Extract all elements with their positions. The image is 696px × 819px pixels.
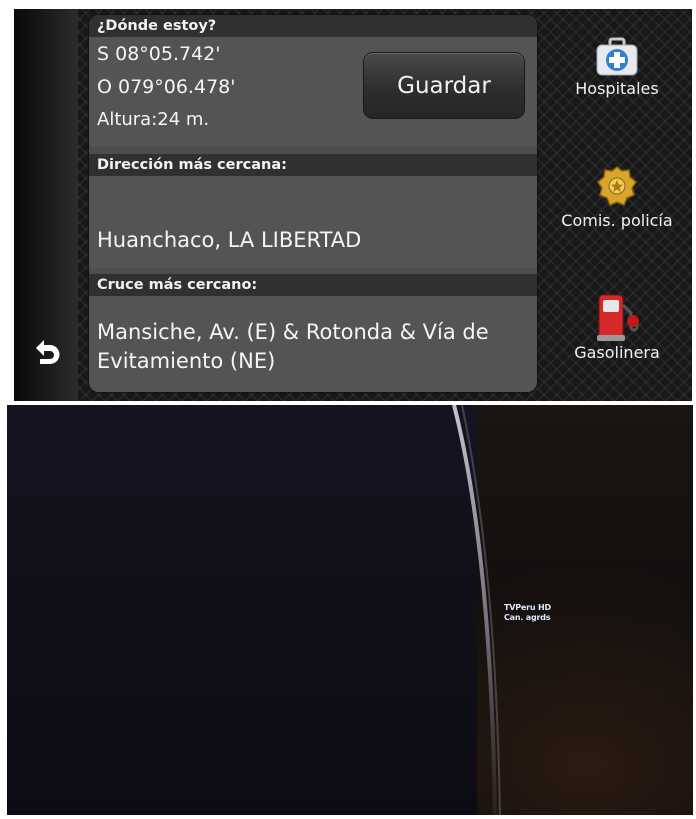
gps-screen: ¿Dónde estoy? S 08°05.742' O 079°06.478'… bbox=[14, 9, 692, 401]
hospital-kit-icon bbox=[596, 37, 638, 76]
poi-label: Comis. policía bbox=[561, 211, 673, 230]
nearest-address-section: Huanchaco, LA LIBERTAD bbox=[89, 176, 537, 268]
where-am-i-header: ¿Dónde estoy? bbox=[89, 15, 537, 37]
longitude: O 079°06.478' bbox=[97, 76, 236, 98]
channel-subtitle: Can. agrds bbox=[504, 613, 551, 622]
latitude: S 08°05.742' bbox=[97, 43, 221, 65]
tv-channel-logo: TVPeru HD Can. agrds bbox=[504, 603, 551, 623]
nearest-address: Huanchaco, LA LIBERTAD bbox=[97, 228, 362, 252]
altitude: Altura:24 m. bbox=[97, 109, 210, 130]
channel-name: TVPeru HD bbox=[504, 603, 551, 612]
nearest-intersection-section: Mansiche, Av. (E) & Rotonda & Vía de Evi… bbox=[89, 296, 537, 392]
nearest-intersection-header: Cruce más cercano: bbox=[89, 274, 537, 296]
police-badge-icon bbox=[597, 166, 637, 206]
back-button[interactable] bbox=[22, 334, 72, 374]
back-arrow-icon bbox=[36, 340, 60, 364]
poi-gas-station[interactable]: Gasolinera bbox=[542, 291, 692, 363]
tv-photo: TVPeru HD Can. agrds bbox=[7, 405, 693, 815]
tv-edge-glare bbox=[452, 405, 501, 815]
fuel-pump-icon bbox=[597, 294, 639, 341]
poi-police[interactable]: Comis. policía bbox=[542, 165, 692, 231]
location-panel: ¿Dónde estoy? S 08°05.742' O 079°06.478'… bbox=[89, 15, 537, 392]
nearest-intersection: Mansiche, Av. (E) & Rotonda & Vía de Evi… bbox=[97, 320, 489, 373]
nearest-address-header: Dirección más cercana: bbox=[89, 154, 537, 176]
poi-label: Hospitales bbox=[575, 79, 659, 98]
poi-label: Gasolinera bbox=[574, 343, 660, 362]
save-button[interactable]: Guardar bbox=[363, 52, 525, 119]
poi-hospitals[interactable]: Hospitales bbox=[542, 35, 692, 99]
